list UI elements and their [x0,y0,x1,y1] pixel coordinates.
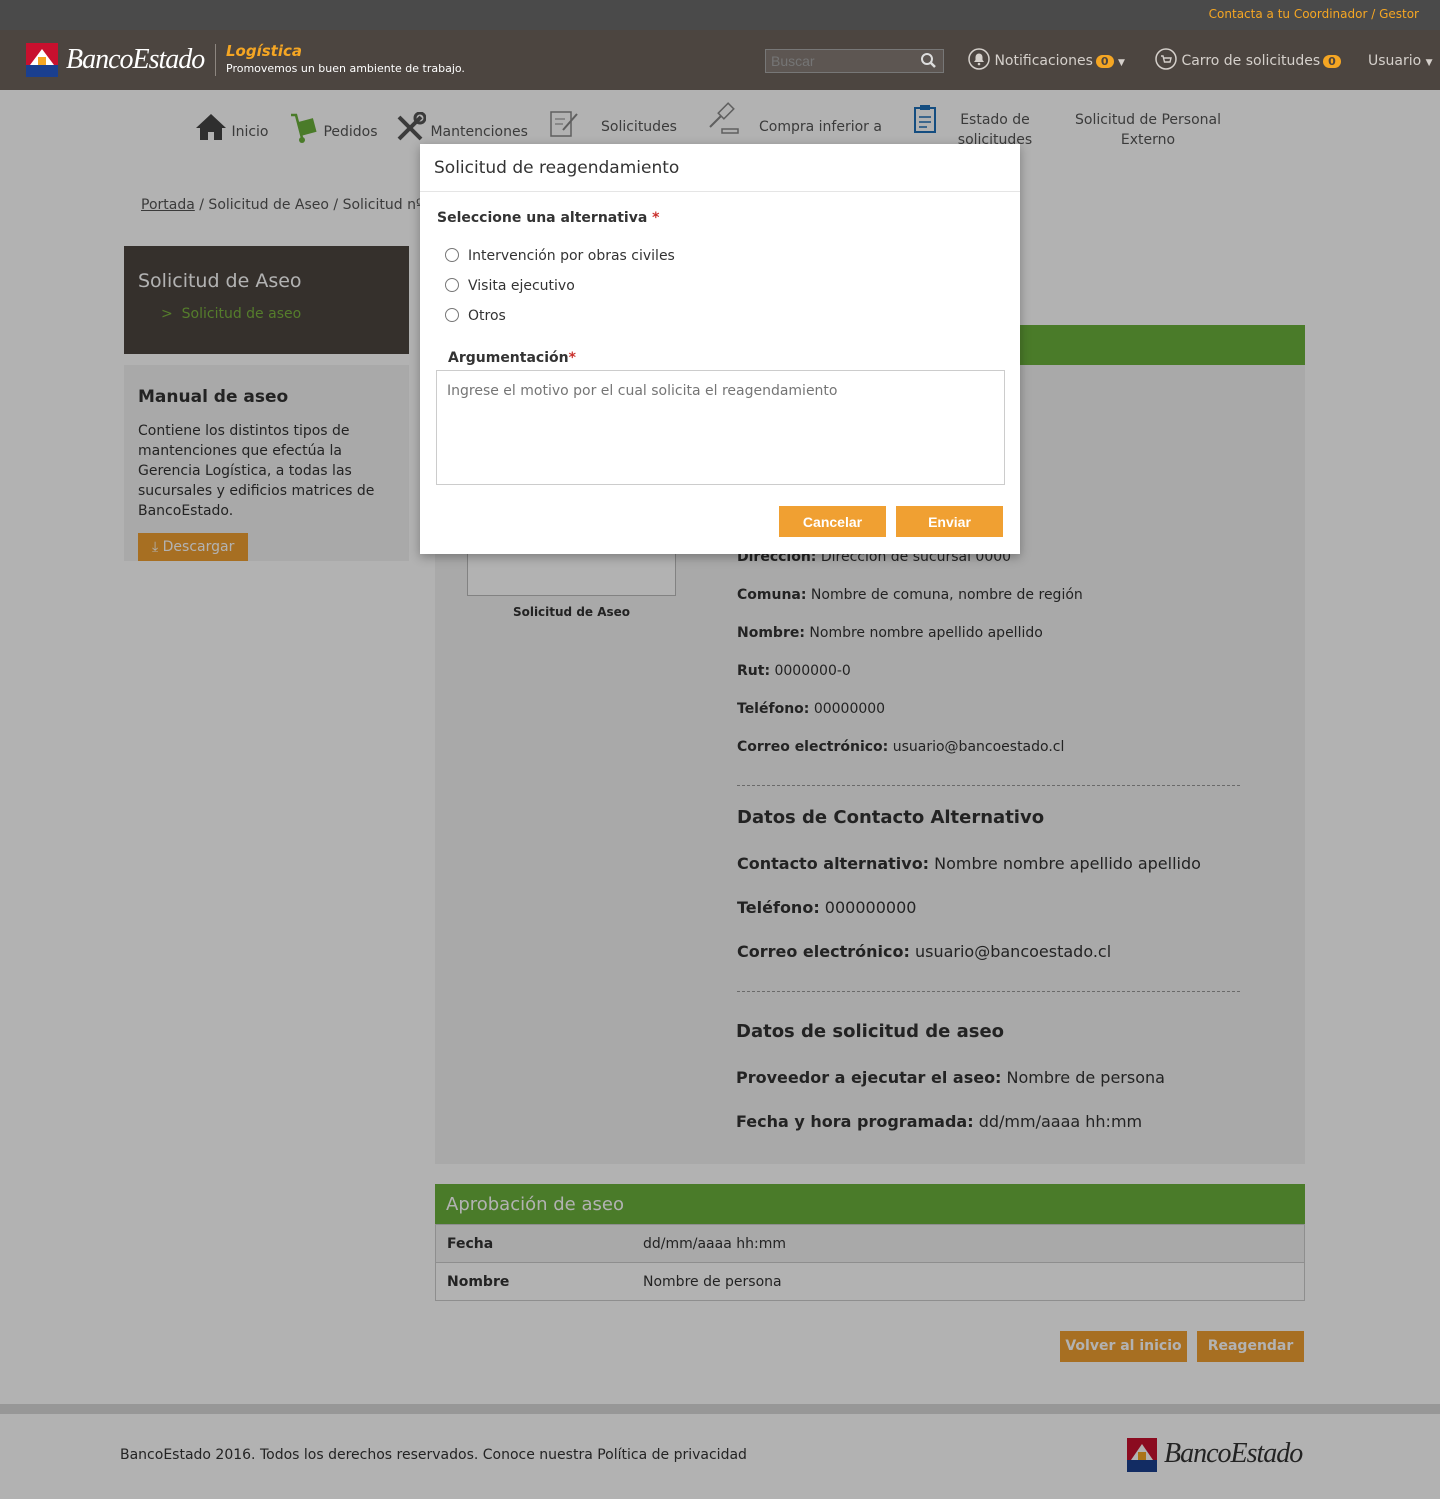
send-button[interactable]: Enviar [896,506,1003,537]
select-label: Seleccione una alternativa * [437,210,660,226]
bancoestado-logo-icon[interactable] [26,43,58,77]
required-mark: * [652,210,660,226]
search-icon[interactable] [918,51,940,71]
top-strip: Contacta a tu Coordinador / Gestor [0,0,1440,30]
cart-badge: 0 [1323,55,1341,68]
option-obras-civiles[interactable]: Intervención por obras civiles [445,248,675,264]
modal-title: Solicitud de reagendamiento [434,158,680,178]
required-mark: * [568,350,576,366]
caret-down-icon: ▼ [1118,58,1125,68]
cart-menu[interactable]: Carro de solicitudes 0 [1155,48,1341,70]
argumentation-textarea[interactable] [436,370,1005,485]
cancel-button[interactable]: Cancelar [779,506,886,537]
reschedule-modal: Solicitud de reagendamiento Seleccione u… [420,144,1020,554]
option-visita-ejecutivo[interactable]: Visita ejecutivo [445,278,575,294]
option-label: Otros [468,308,506,324]
notifications-menu[interactable]: Notificaciones 0 ▼ [968,48,1125,70]
caret-down-icon: ▼ [1425,58,1433,68]
cart-icon [1155,48,1177,70]
argumentation-label: Argumentación* [448,350,576,366]
user-menu[interactable]: Usuario ▼ [1368,53,1433,69]
option-label: Visita ejecutivo [468,278,575,294]
modal-divider [420,191,1020,192]
radio-button[interactable] [445,308,459,322]
option-otros[interactable]: Otros [445,308,506,324]
radio-button[interactable] [445,248,459,262]
app-name: Logística [226,42,302,60]
logo-divider [215,44,216,76]
tagline: Promovemos un buen ambiente de trabajo. [226,62,465,75]
bell-icon [968,48,990,70]
radio-button[interactable] [445,278,459,292]
brand-name[interactable]: BancoEstado [66,44,205,76]
cart-label: Carro de solicitudes [1181,53,1321,69]
contact-link[interactable]: Contacta a tu Coordinador / Gestor [1209,7,1419,21]
notifications-label: Notificaciones [994,53,1093,69]
user-label: Usuario [1368,53,1422,69]
option-label: Intervención por obras civiles [468,248,675,264]
notifications-badge: 0 [1095,55,1114,68]
